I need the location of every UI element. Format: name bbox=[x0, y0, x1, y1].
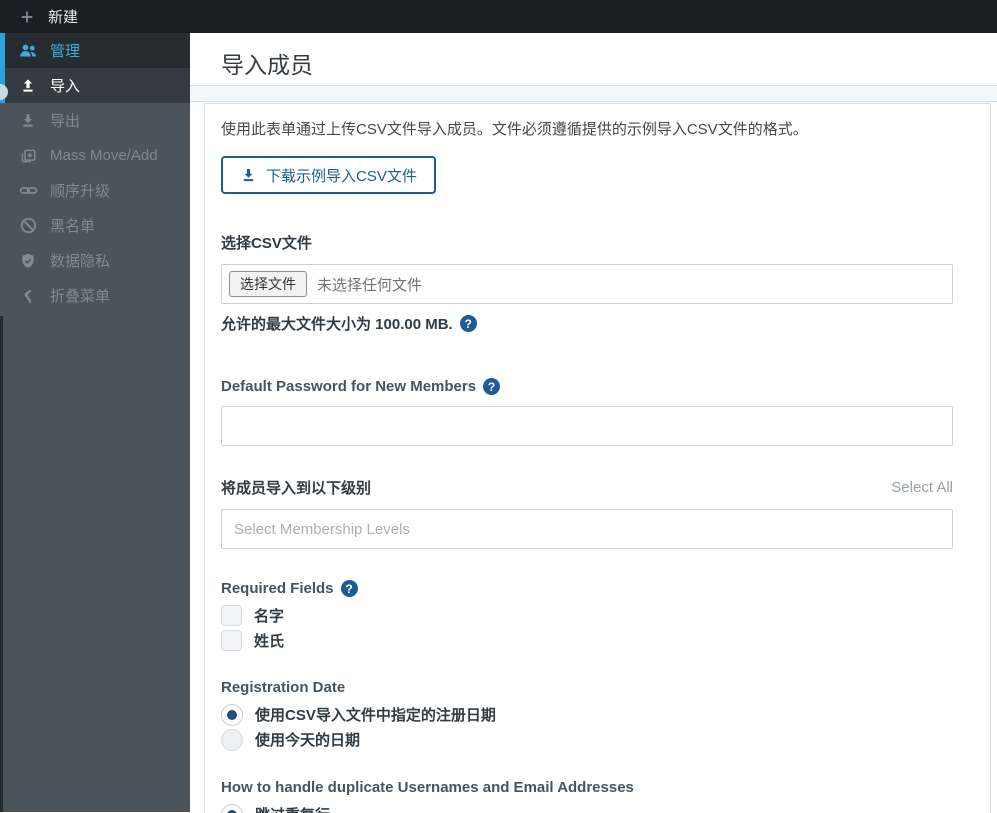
sidebar-item-label: 顺序升级 bbox=[50, 180, 110, 201]
help-icon[interactable]: ? bbox=[460, 315, 477, 332]
checkbox-label: 名字 bbox=[254, 605, 284, 626]
choose-file-button[interactable]: 选择文件 bbox=[229, 271, 307, 297]
max-file-size-text: 允许的最大文件大小为 100.00 MB. bbox=[221, 313, 453, 334]
sidebar-item-import[interactable]: 导入 bbox=[0, 68, 190, 103]
use-today-date-radio[interactable] bbox=[221, 729, 243, 751]
sidebar: 管理 导入 导出 Mass Move/Add bbox=[0, 33, 190, 812]
download-button-label: 下载示例导入CSV文件 bbox=[266, 165, 417, 186]
download-icon bbox=[17, 112, 39, 130]
sidebar-item-label: 折叠菜单 bbox=[50, 285, 110, 306]
import-form-card: 使用此表单通过上传CSV文件导入成员。文件必须遵循提供的示例导入CSV文件的格式… bbox=[204, 103, 991, 813]
csv-file-input[interactable]: 选择文件 未选择任何文件 bbox=[221, 264, 953, 304]
page-header: 导入成员 bbox=[190, 33, 997, 86]
checkbox-label: 姓氏 bbox=[254, 630, 284, 651]
main-content: 导入成员 使用此表单通过上传CSV文件导入成员。文件必须遵循提供的示例导入CSV… bbox=[190, 33, 997, 812]
membership-levels-input[interactable] bbox=[221, 509, 953, 549]
ban-icon bbox=[17, 216, 39, 235]
use-csv-date-radio[interactable] bbox=[221, 704, 243, 726]
sidebar-item-data-privacy[interactable]: 数据隐私 bbox=[0, 243, 190, 278]
help-icon[interactable]: ? bbox=[483, 378, 500, 395]
download-sample-csv-button[interactable]: 下载示例导入CSV文件 bbox=[221, 156, 436, 194]
duplicates-label: How to handle duplicate Usernames and Em… bbox=[221, 779, 973, 796]
upload-icon bbox=[17, 77, 39, 95]
membership-levels-label: 将成员导入到以下级别 bbox=[221, 477, 371, 498]
radio-row-skip-duplicates: 跳过重复行 bbox=[221, 802, 973, 813]
sidebar-item-manage[interactable]: 管理 bbox=[0, 33, 190, 68]
last-name-checkbox[interactable] bbox=[221, 630, 242, 651]
select-all-link[interactable]: Select All bbox=[891, 479, 953, 496]
sidebar-rail bbox=[0, 316, 3, 812]
sidebar-item-label: 黑名单 bbox=[50, 215, 95, 236]
required-fields-label: Required Fields bbox=[221, 580, 334, 597]
header-band bbox=[190, 86, 997, 102]
new-button-label: 新建 bbox=[48, 6, 78, 27]
sidebar-item-label: 导入 bbox=[50, 75, 80, 96]
sidebar-item-label: 导出 bbox=[50, 110, 80, 131]
radio-label: 使用今天的日期 bbox=[255, 729, 360, 750]
sidebar-item-export[interactable]: 导出 bbox=[0, 103, 190, 138]
shield-check-icon bbox=[17, 252, 39, 270]
default-password-field[interactable] bbox=[221, 406, 953, 446]
help-icon[interactable]: ? bbox=[341, 580, 358, 597]
form-intro-text: 使用此表单通过上传CSV文件导入成员。文件必须遵循提供的示例导入CSV文件的格式… bbox=[221, 119, 973, 140]
checkbox-row-first-name: 名字 bbox=[221, 603, 973, 628]
file-status-text: 未选择任何文件 bbox=[317, 274, 422, 295]
chevron-left-icon bbox=[17, 287, 39, 304]
sidebar-item-label: Mass Move/Add bbox=[50, 147, 158, 164]
sidebar-item-label: 管理 bbox=[50, 40, 80, 61]
sidebar-item-label: 数据隐私 bbox=[50, 250, 110, 271]
radio-label: 使用CSV导入文件中指定的注册日期 bbox=[255, 704, 496, 725]
new-button[interactable]: 新建 bbox=[0, 0, 997, 33]
default-password-label: Default Password for New Members bbox=[221, 378, 476, 395]
page-title: 导入成员 bbox=[190, 33, 997, 80]
registration-date-label: Registration Date bbox=[221, 679, 973, 696]
square-plus-icon bbox=[17, 147, 39, 165]
sidebar-item-mass-move-add[interactable]: Mass Move/Add bbox=[0, 138, 190, 173]
download-icon bbox=[240, 167, 257, 184]
first-name-checkbox[interactable] bbox=[221, 605, 242, 626]
radio-row-csv-date: 使用CSV导入文件中指定的注册日期 bbox=[221, 702, 973, 727]
radio-row-today-date: 使用今天的日期 bbox=[221, 727, 973, 752]
sidebar-item-collapse-menu[interactable]: 折叠菜单 bbox=[0, 278, 190, 313]
csv-file-label: 选择CSV文件 bbox=[221, 235, 312, 252]
users-icon bbox=[17, 41, 39, 60]
checkbox-row-last-name: 姓氏 bbox=[221, 628, 973, 653]
sidebar-item-blacklist[interactable]: 黑名单 bbox=[0, 208, 190, 243]
link-icon bbox=[17, 181, 39, 200]
plus-icon bbox=[19, 9, 35, 25]
sidebar-item-sequential-upgrade[interactable]: 顺序升级 bbox=[0, 173, 190, 208]
